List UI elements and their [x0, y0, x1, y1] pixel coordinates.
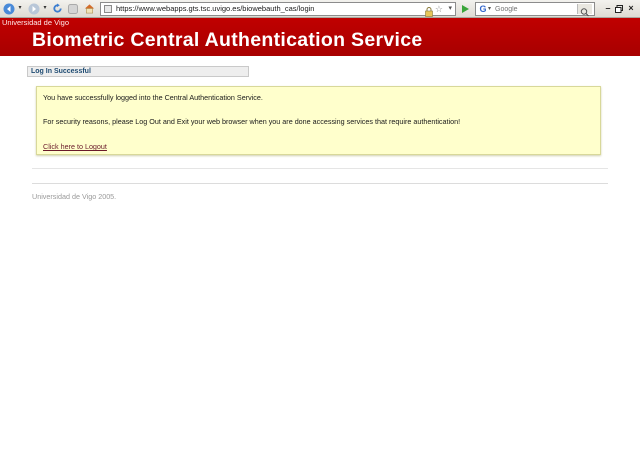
page-title: Biometric Central Authentication Service	[32, 29, 423, 51]
google-icon[interactable]: G	[478, 4, 488, 14]
divider	[32, 168, 608, 169]
footer-divider	[32, 183, 608, 184]
restore-icon[interactable]	[614, 2, 624, 15]
browser-toolbar: ▾ ▾ https://www.webapps.gts.tsc.uvigo.es…	[0, 0, 640, 18]
page-header: Universidad de Vigo Biometric Central Au…	[0, 18, 640, 56]
success-message-box: You have successfully logged into the Ce…	[36, 86, 601, 155]
go-icon[interactable]	[459, 2, 471, 15]
logout-link[interactable]: Click here to Logout	[43, 142, 107, 151]
star-icon[interactable]: ☆	[435, 3, 443, 15]
footer-copyright: Universidad de Vigo 2005.	[32, 192, 117, 201]
minimize-icon[interactable]: –	[603, 2, 613, 15]
security-notice: For security reasons, please Log Out and…	[43, 117, 461, 126]
search-engine-dropdown-icon[interactable]: ▾	[488, 3, 491, 15]
favicon-icon	[104, 5, 112, 13]
stop-icon[interactable]	[67, 2, 79, 15]
organization-name: Universidad de Vigo	[2, 18, 69, 27]
back-icon[interactable]	[2, 2, 16, 15]
url-text[interactable]: https://www.webapps.gts.tsc.uvigo.es/bio…	[116, 3, 314, 15]
success-message: You have successfully logged into the Ce…	[43, 93, 263, 102]
forward-icon[interactable]	[27, 2, 41, 15]
url-dropdown-icon[interactable]: ▾	[448, 3, 452, 15]
back-dropdown-icon[interactable]: ▾	[16, 2, 24, 15]
close-icon[interactable]: ×	[626, 2, 636, 15]
status-heading: Log In Successful	[27, 66, 249, 77]
address-bar[interactable]: https://www.webapps.gts.tsc.uvigo.es/bio…	[100, 2, 456, 17]
forward-dropdown-icon[interactable]: ▾	[41, 2, 49, 15]
home-icon[interactable]	[83, 2, 95, 15]
search-input[interactable]	[495, 4, 573, 14]
reload-icon[interactable]	[51, 2, 63, 15]
search-bar[interactable]: G ▾	[475, 2, 595, 17]
search-icon[interactable]	[577, 4, 592, 17]
